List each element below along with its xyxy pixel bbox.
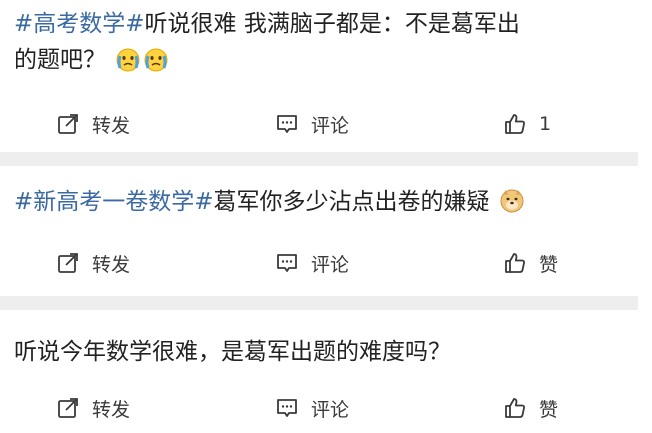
like-count: 1 bbox=[539, 113, 552, 135]
post-body: 听说今年数学很难，是葛军出题的难度吗？ bbox=[14, 339, 451, 365]
comment-label: 评论 bbox=[311, 114, 350, 137]
hashtag-link[interactable]: #新高考一卷数学# bbox=[14, 189, 214, 215]
comment-button[interactable]: 评论 bbox=[275, 383, 349, 433]
post-body-continued: 的题吧？ bbox=[14, 47, 106, 73]
repost-label: 转发 bbox=[92, 114, 131, 137]
weibo-feed: #高考数学#听说很难 我满脑子都是：不是葛军出 的题吧？ 转发 评论 1 #新高… bbox=[0, 0, 652, 433]
post-divider bbox=[0, 296, 638, 310]
comment-icon bbox=[277, 254, 297, 272]
repost-icon bbox=[58, 398, 78, 418]
action-bar: 转发 评论 1 bbox=[0, 99, 638, 149]
crying-face-emoji-icon bbox=[116, 48, 140, 72]
repost-icon bbox=[58, 253, 78, 273]
action-bar: 转发 评论 赞 bbox=[0, 383, 638, 433]
comment-label: 评论 bbox=[311, 253, 350, 276]
like-button[interactable]: 赞 bbox=[503, 238, 558, 288]
post-divider bbox=[0, 152, 638, 166]
thumbs-up-icon bbox=[505, 253, 525, 273]
like-button[interactable]: 赞 bbox=[503, 383, 558, 433]
like-button[interactable]: 1 bbox=[503, 99, 551, 149]
comment-button[interactable]: 评论 bbox=[275, 238, 349, 288]
crying-face-emoji-icon bbox=[144, 48, 168, 72]
repost-icon bbox=[58, 114, 78, 134]
post-2: #新高考一卷数学#葛军你多少沾点出卷的嫌疑 转发 评论 赞 bbox=[0, 166, 652, 296]
post-text: 听说今年数学很难，是葛军出题的难度吗？ bbox=[14, 334, 640, 370]
hashtag-link[interactable]: #高考数学# bbox=[14, 11, 145, 37]
comment-label: 评论 bbox=[311, 398, 350, 421]
repost-button[interactable]: 转发 bbox=[56, 238, 130, 288]
comment-button[interactable]: 评论 bbox=[275, 99, 349, 149]
action-bar: 转发 评论 赞 bbox=[0, 238, 638, 288]
repost-button[interactable]: 转发 bbox=[56, 99, 130, 149]
like-label: 赞 bbox=[539, 253, 559, 276]
post-text: #高考数学#听说很难 我满脑子都是：不是葛军出 的题吧？ bbox=[14, 6, 640, 78]
thumbs-up-icon bbox=[505, 114, 525, 134]
post-text: #新高考一卷数学#葛军你多少沾点出卷的嫌疑 bbox=[14, 184, 640, 220]
repost-label: 转发 bbox=[92, 398, 131, 421]
like-label: 赞 bbox=[539, 398, 559, 421]
repost-label: 转发 bbox=[92, 253, 131, 276]
doge-emoji-icon bbox=[500, 189, 524, 213]
post-3: 听说今年数学很难，是葛军出题的难度吗？ 转发 评论 赞 bbox=[0, 310, 652, 433]
thumbs-up-icon bbox=[505, 398, 525, 418]
comment-icon bbox=[277, 115, 297, 133]
post-1: #高考数学#听说很难 我满脑子都是：不是葛军出 的题吧？ 转发 评论 1 bbox=[0, 0, 652, 150]
post-body: 听说很难 我满脑子都是：不是葛军出 bbox=[144, 11, 520, 37]
post-body: 葛军你多少沾点出卷的嫌疑 bbox=[213, 189, 490, 215]
repost-button[interactable]: 转发 bbox=[56, 383, 130, 433]
comment-icon bbox=[277, 399, 297, 417]
